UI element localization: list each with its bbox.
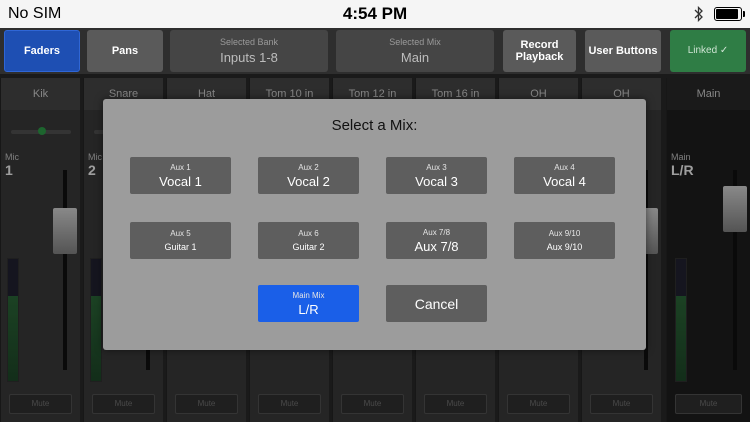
mix-name: Aux 7/8	[414, 238, 459, 254]
mix-label: Aux 7/8	[422, 227, 451, 237]
pans-button[interactable]: Pans	[87, 30, 163, 72]
mix-name: Vocal 2	[287, 173, 330, 189]
mix-button-aux-9-10[interactable]: Aux 9/10 Aux 9/10	[514, 222, 615, 259]
cancel-button[interactable]: Cancel	[386, 285, 487, 322]
mix-name: Aux 9/10	[546, 242, 583, 252]
selected-bank-button[interactable]: Selected Bank Inputs 1-8	[170, 30, 328, 72]
mix-button-aux-4[interactable]: Aux 4 Vocal 4	[514, 157, 615, 194]
top-toolbar: Faders Pans Selected Bank Inputs 1-8 Sel…	[0, 28, 750, 74]
mix-label: Aux 9/10	[548, 229, 581, 238]
mix-name: L/R	[298, 301, 319, 317]
mix-label: Aux 4	[554, 162, 575, 172]
user-buttons-button[interactable]: User Buttons	[585, 30, 661, 72]
selected-mix-value: Main	[400, 50, 430, 65]
select-mix-dialog: Select a Mix: Aux 1 Vocal 1 Aux 2 Vocal …	[103, 99, 646, 350]
mix-label: Main Mix	[292, 290, 325, 300]
mix-name: Guitar 2	[292, 242, 325, 252]
selected-bank-value: Inputs 1-8	[220, 50, 278, 65]
mix-name: Vocal 1	[159, 173, 202, 189]
mix-name: Vocal 3	[415, 173, 458, 189]
bluetooth-icon	[694, 6, 703, 22]
record-playback-button[interactable]: Record Playback	[503, 30, 576, 72]
mix-name: Vocal 4	[543, 173, 586, 189]
selected-bank-title: Selected Bank	[219, 37, 279, 47]
dialog-title: Select a Mix:	[331, 117, 418, 134]
mix-button-aux-6[interactable]: Aux 6 Guitar 2	[258, 222, 359, 259]
faders-button[interactable]: Faders	[4, 30, 80, 72]
mix-button-aux-1[interactable]: Aux 1 Vocal 1	[130, 157, 231, 194]
mix-button-aux-3[interactable]: Aux 3 Vocal 3	[386, 157, 487, 194]
mix-name: Guitar 1	[164, 242, 197, 252]
selected-mix-button[interactable]: Selected Mix Main	[336, 30, 494, 72]
mix-label: Aux 5	[170, 229, 191, 238]
selected-mix-title: Selected Mix	[389, 37, 441, 47]
mix-button-aux-5[interactable]: Aux 5 Guitar 1	[130, 222, 231, 259]
battery-icon	[714, 7, 745, 21]
linked-button[interactable]: Linked ✓	[670, 30, 746, 72]
clock: 4:54 PM	[342, 4, 408, 23]
mix-label: Aux 3	[426, 162, 447, 172]
main-mix-button[interactable]: Main Mix L/R	[258, 285, 359, 322]
mix-label: Aux 6	[298, 229, 319, 238]
status-bar: No SIM 4:54 PM	[0, 0, 750, 28]
mix-label: Aux 1	[170, 162, 191, 172]
mix-label: Aux 2	[298, 162, 319, 172]
mix-button-aux-2[interactable]: Aux 2 Vocal 2	[258, 157, 359, 194]
mix-button-aux-7-8[interactable]: Aux 7/8 Aux 7/8	[386, 222, 487, 259]
